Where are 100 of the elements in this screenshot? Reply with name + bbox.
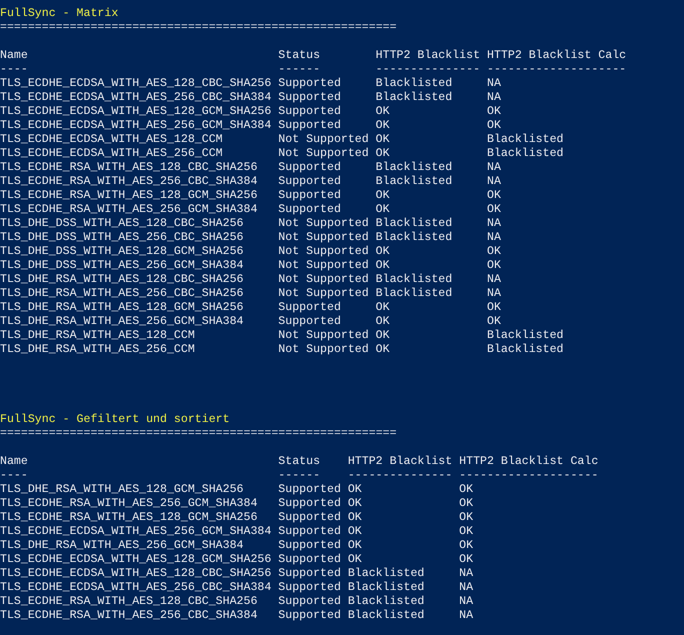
header-underline: ------: [278, 63, 320, 76]
column-header: Name: [0, 455, 28, 468]
table-cell: TLS_ECDHE_RSA_WITH_AES_256_GCM_SHA384: [0, 203, 258, 216]
header-underline: --------------------: [486, 63, 626, 76]
table-cell: Supported: [278, 609, 341, 622]
table-cell: NA: [486, 175, 501, 188]
table-cell: Not Supported: [278, 343, 369, 356]
table-cell: Supported: [278, 91, 341, 104]
table-cell: TLS_ECDHE_RSA_WITH_AES_256_CBC_SHA384: [0, 175, 258, 188]
table-cell: Supported: [278, 595, 341, 608]
table-cell: NA: [486, 77, 501, 90]
table-cell: Blacklisted: [376, 287, 452, 300]
table-cell: NA: [459, 595, 474, 608]
table-cell: OK: [486, 245, 501, 258]
column-header: HTTP2 Blacklist Calc: [486, 49, 626, 62]
table-cell: TLS_ECDHE_ECDSA_WITH_AES_128_CBC_SHA256: [0, 77, 272, 90]
table-cell: TLS_DHE_RSA_WITH_AES_256_GCM_SHA384: [0, 315, 244, 328]
table-cell: Blacklisted: [376, 91, 452, 104]
header-underline: ----: [0, 63, 28, 76]
table-cell: NA: [459, 609, 474, 622]
separator-line: =========================================================: [0, 21, 397, 35]
table-cell: Not Supported: [278, 231, 369, 244]
table-cell: Blacklisted: [376, 175, 452, 188]
table-cell: Supported: [278, 105, 341, 118]
table-cell: TLS_ECDHE_ECDSA_WITH_AES_128_CCM: [0, 133, 223, 146]
table-cell: NA: [486, 287, 501, 300]
table-cell: TLS_ECDHE_ECDSA_WITH_AES_128_CBC_SHA256: [0, 567, 272, 580]
table-cell: OK: [376, 119, 390, 132]
table-cell: NA: [486, 231, 501, 244]
table-cell: TLS_ECDHE_ECDSA_WITH_AES_128_GCM_SHA256: [0, 105, 272, 118]
table-cell: Supported: [278, 525, 341, 538]
table-cell: OK: [376, 245, 390, 258]
table-cell: TLS_DHE_RSA_WITH_AES_256_CCM: [0, 343, 195, 356]
header-underline: ----: [0, 469, 28, 482]
table-cell: Not Supported: [278, 217, 369, 230]
column-header: Status: [278, 455, 320, 468]
table-cell: Supported: [278, 581, 341, 594]
table-cell: NA: [459, 567, 474, 580]
table-cell: Supported: [278, 553, 341, 566]
table-cell: Not Supported: [278, 287, 369, 300]
table-cell: TLS_DHE_DSS_WITH_AES_256_GCM_SHA384: [0, 259, 244, 272]
table-cell: TLS_ECDHE_RSA_WITH_AES_128_CBC_SHA256: [0, 161, 258, 174]
table-cell: OK: [376, 301, 390, 314]
table-cell: Supported: [278, 511, 341, 524]
table-cell: Blacklisted: [348, 567, 424, 580]
table-cell: Not Supported: [278, 147, 369, 160]
table-cell: OK: [376, 105, 390, 118]
table-cell: OK: [376, 315, 390, 328]
table-cell: OK: [486, 105, 501, 118]
table-cell: OK: [348, 553, 362, 566]
table-cell: Not Supported: [278, 259, 369, 272]
table-cell: Supported: [278, 77, 341, 90]
table-cell: Supported: [278, 119, 341, 132]
column-header: HTTP2 Blacklist: [348, 455, 452, 468]
table-cell: TLS_ECDHE_RSA_WITH_AES_128_CBC_SHA256: [0, 595, 258, 608]
table-cell: Blacklisted: [348, 581, 424, 594]
header-underline: ------: [278, 469, 320, 482]
table-cell: TLS_ECDHE_RSA_WITH_AES_128_GCM_SHA256: [0, 189, 258, 202]
table-cell: OK: [486, 189, 501, 202]
table-cell: OK: [376, 147, 390, 160]
column-header: HTTP2 Blacklist: [376, 49, 480, 62]
table-cell: OK: [486, 315, 501, 328]
table-cell: Blacklisted: [486, 147, 564, 160]
table-cell: Blacklisted: [376, 77, 452, 90]
table-cell: Blacklisted: [486, 343, 564, 356]
section-title: FullSync - Gefiltert und sortiert: [0, 413, 230, 427]
table-cell: OK: [486, 119, 501, 132]
table-cell: TLS_ECDHE_ECDSA_WITH_AES_128_GCM_SHA256: [0, 553, 272, 566]
table-cell: OK: [376, 189, 390, 202]
table-cell: OK: [486, 301, 501, 314]
table-cell: TLS_DHE_DSS_WITH_AES_128_CBC_SHA256: [0, 217, 244, 230]
table-cell: Supported: [278, 567, 341, 580]
column-header: Name: [0, 49, 28, 62]
table-cell: Blacklisted: [376, 273, 452, 286]
table-cell: OK: [459, 511, 474, 524]
table-cell: TLS_DHE_RSA_WITH_AES_128_CCM: [0, 329, 195, 342]
header-underline: --------------------: [459, 469, 598, 482]
table-cell: OK: [376, 203, 390, 216]
table-cell: OK: [459, 553, 474, 566]
table-cell: TLS_ECDHE_RSA_WITH_AES_128_GCM_SHA256: [0, 511, 258, 524]
column-header: HTTP2 Blacklist Calc: [459, 455, 598, 468]
table-cell: Blacklisted: [376, 231, 452, 244]
table-cell: OK: [376, 259, 390, 272]
table-cell: Supported: [278, 539, 341, 552]
table-cell: OK: [348, 539, 362, 552]
header-underline: ---------------: [376, 63, 480, 76]
table-cell: Blacklisted: [348, 609, 424, 622]
table-cell: Supported: [278, 203, 341, 216]
table-cell: TLS_DHE_DSS_WITH_AES_256_CBC_SHA256: [0, 231, 244, 244]
table-cell: OK: [348, 511, 362, 524]
table-cell: OK: [486, 203, 501, 216]
table-cell: Not Supported: [278, 133, 369, 146]
table-cell: TLS_ECDHE_ECDSA_WITH_AES_256_CCM: [0, 147, 223, 160]
table-cell: Supported: [278, 301, 341, 314]
header-underline: ---------------: [348, 469, 452, 482]
table-cell: TLS_DHE_RSA_WITH_AES_128_GCM_SHA256: [0, 483, 244, 496]
table-cell: OK: [459, 483, 474, 496]
table-cell: Supported: [278, 483, 341, 496]
table-cell: Blacklisted: [376, 217, 452, 230]
table-cell: OK: [459, 539, 474, 552]
